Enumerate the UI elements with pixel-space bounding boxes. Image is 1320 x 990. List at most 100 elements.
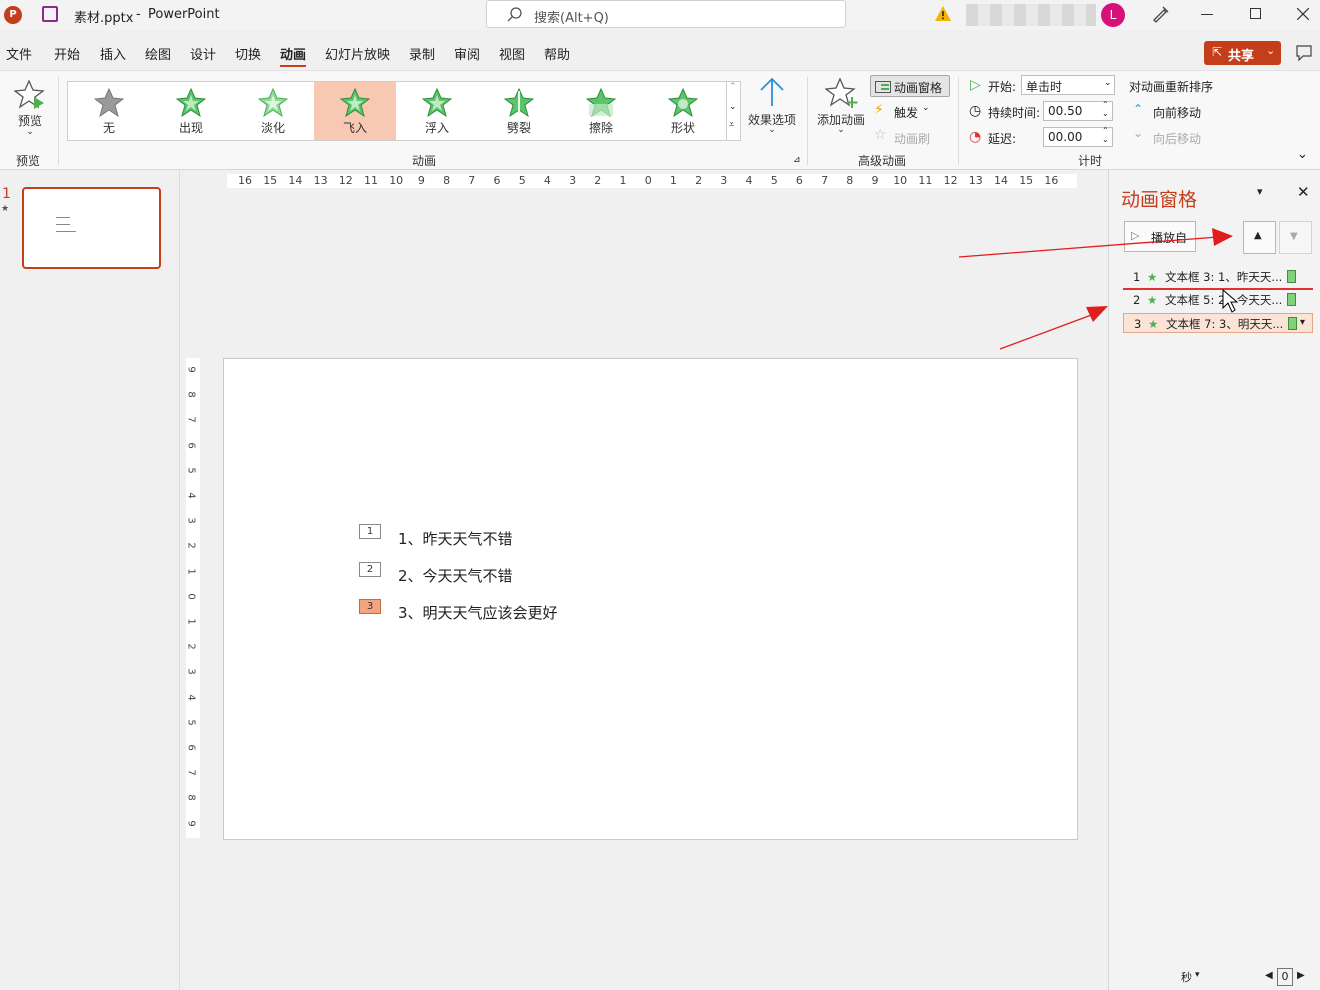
group-divider [807,77,808,165]
animation-painter-button[interactable]: ☆ 动画刷 [872,127,952,147]
animation-tag[interactable]: 3 [359,599,381,614]
preview-button[interactable]: 预览 ⌄ [8,77,52,141]
warning-icon[interactable] [934,5,952,22]
slide-text-line[interactable]: 2、今天天气不错 [398,565,513,586]
animation-tag[interactable]: 1 [359,524,381,539]
anim-appear[interactable]: 出现 [150,82,232,140]
move-earlier-button[interactable]: ⌃ 向前移动 [1133,102,1223,122]
animation-pane-button[interactable]: 动画窗格 [870,75,950,97]
menu-animations[interactable]: 动画 [280,44,307,67]
zoom-out-icon[interactable]: ◀ [1265,970,1273,981]
comments-icon[interactable] [1295,44,1313,62]
seconds-label[interactable]: 秒 [1181,969,1192,985]
zoom-in-icon[interactable]: ▶ [1297,970,1305,981]
slide-canvas[interactable]: 1 1、昨天天气不错 2 2、今天天气不错 3 3、明天天气应该会更好 [223,358,1078,840]
chevron-down-icon: ⌄ [1133,126,1144,140]
scroll-down-icon[interactable]: ⌄ [729,102,737,112]
add-animation-button[interactable]: 添加动画 ⌄ [815,77,867,143]
menu-transitions[interactable]: 切换 [235,44,261,63]
spin-up-icon[interactable]: ⌃ [1102,126,1109,135]
anim-split[interactable]: 劈裂 [478,82,560,140]
pane-options-icon[interactable]: ▾ [1257,185,1263,198]
maximize-icon[interactable] [1250,8,1261,19]
spin-down-icon[interactable]: ⌄ [1102,135,1109,144]
trigger-button[interactable]: ⚡ 触发 ⌄ [872,101,952,121]
move-up-button[interactable]: ▲ [1243,221,1276,254]
delay-input[interactable]: 00.00 ⌃ ⌄ [1043,126,1113,147]
vertical-ruler: 9 8 7 6 5 4 3 2 1 0 1 2 3 4 5 6 7 8 9 [186,358,200,838]
search-icon [507,7,522,22]
collapse-ribbon-icon[interactable]: ⌄ [1297,147,1308,162]
pen-icon[interactable] [1151,5,1169,23]
menu-home[interactable]: 开始 [54,44,80,63]
animation-row[interactable]: 1 ★ 文本框 3: 1、昨天天... [1123,267,1313,287]
fly-in-star-icon: ★ [1147,270,1158,284]
menu-record[interactable]: 录制 [409,44,435,63]
lightning-icon: ⚡ [874,102,884,118]
anim-none[interactable]: 无 [68,82,150,140]
thumb-line [56,217,70,218]
ruler-tick-label: 12 [943,174,958,187]
delay-value: 00.00 [1048,130,1083,144]
effect-options-button[interactable]: 效果选项 ⌄ [746,77,798,143]
animation-row[interactable]: 2 ★ 文本框 5: 2、今天天... [1123,290,1313,310]
ruler-tick-label: 7 [821,174,829,187]
cursor-icon [1222,288,1239,313]
anim-shape[interactable]: 形状 [642,82,724,140]
ruler-tick-label: 11 [364,174,378,187]
scroll-up-icon[interactable]: ⌃ [729,82,737,92]
spin-down-icon[interactable]: ⌄ [1102,109,1109,118]
menu-insert[interactable]: 插入 [100,44,126,63]
menu-design[interactable]: 设计 [190,44,216,63]
chevron-down-icon: ▾ [1195,970,1200,980]
animation-pane-title: 动画窗格 [1121,189,1198,211]
close-pane-icon[interactable]: ✕ [1297,183,1310,201]
anim-wipe[interactable]: 擦除 [560,82,642,140]
ruler-tick-label: 8 [443,174,451,187]
row-number: 3 [1134,317,1142,331]
minimize-icon[interactable] [1201,14,1213,15]
spin-up-icon[interactable]: ⌃ [1102,100,1109,109]
animation-row-selected[interactable]: 3 ★ 文本框 7: 3、明天天... ▾ [1123,313,1313,333]
anim-fly-in[interactable]: 飞入 [314,82,396,140]
start-select[interactable]: 单击时 ⌄ [1021,75,1115,95]
move-later-button[interactable]: ⌄ 向后移动 [1133,126,1223,148]
zoom-value[interactable]: 0 [1277,968,1293,986]
slide-text-line[interactable]: 3、明天天气应该会更好 [398,602,558,623]
save-icon[interactable] [42,6,58,22]
start-label: 开始: [988,80,1017,94]
gallery-more-icon[interactable]: ⩡ [729,120,734,130]
menu-review[interactable]: 审阅 [454,44,480,63]
preview-star-icon [14,79,45,109]
arrow-up-icon [760,77,784,106]
ruler-tick-label: 10 [389,174,404,187]
dialog-launcher-icon[interactable]: ⊿ [793,155,801,165]
search-box[interactable]: 搜索(Alt+Q) [486,0,846,28]
slide-text-line[interactable]: 1、昨天天气不错 [398,528,513,549]
row-dropdown-icon[interactable]: ▾ [1300,313,1305,333]
gallery-scroll[interactable]: ⌃ ⌄ ⩡ [727,81,741,141]
row-number: 1 [1133,270,1141,284]
slide-thumbnail[interactable] [22,187,161,269]
chevron-down-icon: ⌄ [768,125,776,135]
duration-input[interactable]: 00.50 ⌃ ⌄ [1043,100,1113,121]
menu-draw[interactable]: 绘图 [145,44,171,63]
ruler-tick-label: 7 [185,416,197,424]
menu-view[interactable]: 视图 [499,44,525,63]
avatar[interactable]: L [1101,3,1125,27]
play-from-button[interactable]: ▷ 播放自 [1124,221,1196,252]
chevron-up-icon: ⌃ [1133,102,1144,116]
preview-group-label: 预览 [15,154,40,168]
play-icon: ▷ [1131,229,1140,242]
move-down-button[interactable]: ▼ [1279,221,1312,254]
animation-tag[interactable]: 2 [359,562,381,577]
anim-fade[interactable]: 淡化 [232,82,314,140]
share-button[interactable]: ⇱ 共享 ⌄ [1204,41,1281,65]
menu-help[interactable]: 帮助 [544,44,570,63]
close-window-icon[interactable] [1297,8,1309,20]
menu-slideshow[interactable]: 幻灯片放映 [325,44,390,63]
star-green-icon [422,88,452,118]
menu-file[interactable]: 文件 [6,44,32,63]
animation-pane: 动画窗格 ▾ ✕ ▷ 播放自 ▲ ▼ 1 ★ 文本框 3: 1、昨天天... 2… [1108,170,1320,990]
anim-float-in[interactable]: 浮入 [396,82,478,140]
